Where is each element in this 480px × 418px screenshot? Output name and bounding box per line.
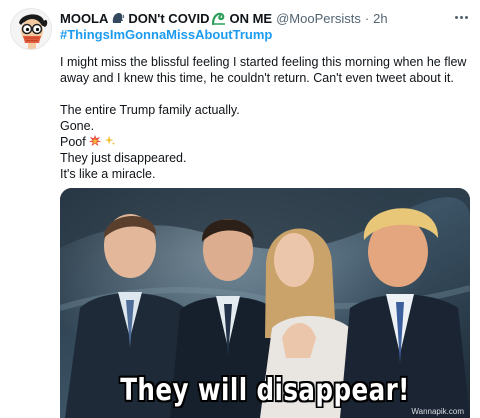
tweet-card[interactable]: MOOLA DON't COVID ON ME @MooPersists · 2… <box>0 0 480 418</box>
avatar[interactable] <box>10 8 52 50</box>
meme-caption: They will disappear! <box>120 373 410 408</box>
tweet-media-image[interactable]: They will disappear! Wannapik.com <box>60 188 470 418</box>
sparkles-emoji-icon <box>104 135 115 146</box>
tweet-body: I might miss the blissful feeling I star… <box>60 54 470 182</box>
separator-dot: · <box>364 10 370 26</box>
display-name-part2[interactable]: DON't COVID <box>128 11 209 26</box>
watermark: Wannapik.com <box>411 407 464 416</box>
more-icon[interactable] <box>452 10 470 24</box>
tweet-line: It's like a miracle. <box>60 167 156 181</box>
hashtag-link[interactable]: #ThingsImGonnaMissAboutTrump <box>60 27 272 42</box>
poof-text: Poof <box>60 135 86 149</box>
avatar-cartoon-icon <box>11 9 51 49</box>
display-name-part3[interactable]: ON ME <box>229 11 272 26</box>
speaking-head-emoji-icon <box>113 13 125 23</box>
wave-emoji-icon <box>212 12 226 25</box>
tweet-line: I might miss the blissful feeling I star… <box>60 55 467 85</box>
tweet-line: They just disappeared. <box>60 151 187 165</box>
timestamp[interactable]: 2h <box>373 11 387 26</box>
user-handle[interactable]: @MooPersists <box>276 11 361 26</box>
display-name-part1[interactable]: MOOLA <box>60 11 108 26</box>
tweet-line: The entire Trump family actually. <box>60 103 240 117</box>
tweet-line-poof: Poof <box>60 134 470 150</box>
collision-emoji-icon <box>88 135 101 147</box>
tweet-header: MOOLA DON't COVID ON ME @MooPersists · 2… <box>60 9 468 27</box>
tweet-line: Gone. <box>60 119 95 133</box>
